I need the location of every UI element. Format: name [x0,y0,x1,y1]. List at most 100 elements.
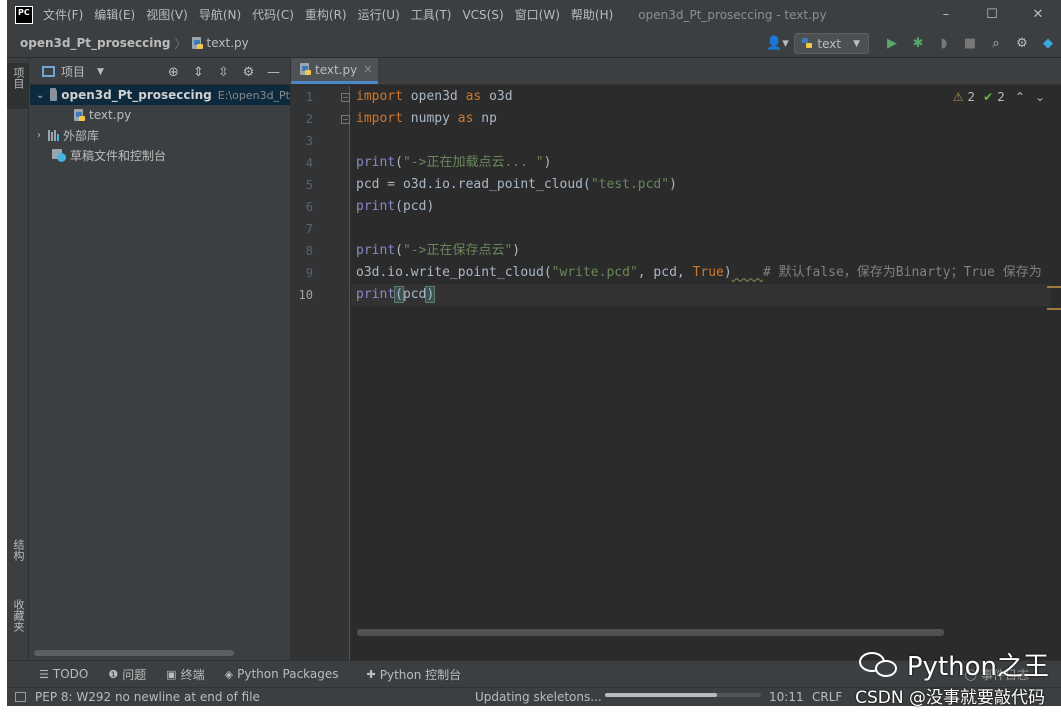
tab-label: text.py [315,62,358,77]
editor-horizontal-scrollbar[interactable] [357,629,944,636]
python-file-icon [299,63,311,76]
breadcrumb-separator: 〉 [174,36,187,51]
search-icon[interactable]: ⌕ [983,36,1009,51]
structure-tool-tab-label: 结构 [12,539,25,561]
tool-window-python-console[interactable]: ✚ Python 控制台 [367,666,462,683]
tree-item-label: 草稿文件和控制台 [70,148,167,163]
toolbar-right: 👤▾ text ▼ ▶ ✱ ◗ ■ ⌕ ⚙ ◆ [760,29,1061,58]
code-line-4: print("->正在加载点云... ") [356,155,552,170]
pycharm-logo-icon: PC [15,5,33,24]
close-button[interactable]: ✕ [1015,0,1061,29]
warning-count: 2 [967,90,976,104]
menu-view[interactable]: 视图(V) [146,6,188,23]
progress-fill [605,693,718,697]
code-line-2: import numpy as np [356,111,497,126]
tool-window-terminal[interactable]: ▣ 终端 [166,666,204,683]
tool-window-label: TODO [52,667,89,681]
status-message[interactable]: PEP 8: W292 no newline at end of file [35,690,260,704]
background-task-label[interactable]: Updating skeletons... [475,690,602,704]
code-line-9: o3d.io.write_point_cloud("write.pcd", pc… [356,265,1042,280]
menu-refactor[interactable]: 重构(R) [305,6,347,23]
csdn-watermark: CSDN @没事就要敲代码 [855,688,1045,708]
tree-item-text-py[interactable]: text.py [30,105,290,125]
menu-navigate[interactable]: 导航(N) [199,6,241,23]
maximize-button[interactable]: ☐ [969,0,1015,29]
terminal-icon: ▣ [166,667,177,681]
tree-item-external-libraries[interactable]: › 外部库 [30,125,290,145]
gear-icon[interactable]: ⚙ [236,65,261,80]
coverage-icon[interactable]: ◗ [931,36,957,51]
fold-marker-icon[interactable]: − [341,115,350,124]
menu-tools[interactable]: 工具(T) [411,6,452,23]
warning-stripe-mark[interactable] [1047,286,1061,288]
menu-run[interactable]: 运行(U) [358,6,400,23]
background-task-progress[interactable] [605,693,761,697]
run-config-label: text [817,36,842,51]
structure-tool-tab[interactable]: 结构 [7,535,29,581]
project-tool-tab[interactable]: 项目 [7,63,29,109]
menu-help[interactable]: 帮助(H) [571,6,613,23]
line-number: 2 [305,112,313,126]
menu-vcs[interactable]: VCS(S) [462,8,503,22]
watermark-text: Python之王 [906,652,1049,682]
menu-file[interactable]: 文件(F) [43,6,83,23]
stop-icon[interactable]: ■ [957,36,983,51]
run-config-selector[interactable]: text ▼ [794,33,869,54]
python-file-icon [191,36,203,50]
code-line-6: print(pcd) [356,199,435,214]
favorites-tool-tab[interactable]: 收藏夹 [7,595,29,655]
chevron-down-icon[interactable]: ⌄ [1035,90,1045,104]
tab-text-py[interactable]: text.py ✕ [291,58,379,84]
line-separator[interactable]: CRLF [812,690,842,704]
packages-icon: ◈ [224,667,234,681]
line-number: 5 [305,178,313,192]
minimize-button[interactable]: – [923,0,969,29]
code-area[interactable]: import open3d as o3d import numpy as np … [351,86,1061,660]
tree-item-scratches[interactable]: 草稿文件和控制台 [30,145,290,165]
tree-item-project-root[interactable]: ⌄ open3d_Pt_proseccing E:\open3d_Pt [30,85,290,105]
window-title: open3d_Pt_proseccing - text.py [638,7,827,22]
code-line-8: print("->正在保存点云") [356,243,521,258]
watermark: Python之王 [858,646,1049,683]
inspection-widget[interactable]: ⚠ 2 ✔ 2 ⌃ ⌄ [949,90,1045,104]
breadcrumb-file-label: text.py [206,36,249,50]
debug-icon[interactable]: ✱ [905,36,931,51]
current-line-highlight [351,284,1051,306]
code-line-5: pcd = o3d.io.read_point_cloud("test.pcd"… [356,177,677,192]
project-panel-title: 项目 [61,65,86,79]
line-number: 1 [305,90,313,104]
breadcrumb-project[interactable]: open3d_Pt_proseccing [20,36,171,50]
project-panel-tools: ⊕ ⇕ ⇳ ⚙ — [161,59,286,85]
menu-window[interactable]: 窗口(W) [515,6,560,23]
line-number-current: 10 [298,288,313,302]
tool-window-python-packages[interactable]: ◈ Python Packages [225,667,339,681]
chevron-up-icon[interactable]: ⌃ [1015,90,1025,104]
close-icon[interactable]: ✕ [363,63,372,76]
toggle-tool-windows-icon[interactable] [15,692,26,702]
tool-window-problems[interactable]: ❶ 问题 [108,666,146,683]
fold-marker-icon[interactable]: − [341,93,350,102]
libraries-icon [48,129,59,141]
breadcrumb-file[interactable]: text.py [191,36,249,50]
project-panel: 项目 ▼ ⊕ ⇕ ⇳ ⚙ — ⌄ open3d_Pt_proseccing E:… [30,59,291,660]
warning-stripe-mark[interactable] [1047,308,1061,310]
warning-triangle-icon: ⚠ [952,90,964,104]
project-view-selector[interactable]: 项目 ▼ [34,63,104,80]
locate-file-icon[interactable]: ⊕ [161,65,186,80]
tool-window-todo[interactable]: ☰ TODO [39,667,88,681]
expand-all-icon[interactable]: ⇕ [186,65,211,80]
collapse-all-icon[interactable]: ⇳ [211,65,236,80]
jetbrains-space-icon[interactable]: ◆ [1035,36,1061,51]
menu-edit[interactable]: 编辑(E) [94,6,135,23]
project-panel-scrollbar[interactable] [34,650,234,656]
scratches-icon [52,148,66,162]
caret-position[interactable]: 10:11 [769,690,804,704]
hide-panel-icon[interactable]: — [261,65,286,80]
run-icon[interactable]: ▶ [879,36,905,51]
editor-tab-bar: text.py ✕ [291,58,1061,85]
problems-icon: ❶ [108,667,119,681]
menu-code[interactable]: 代码(C) [252,6,294,23]
line-number-gutter: 1 2 3 4 5 6 7 8 9 10 − − [291,86,350,660]
gear-icon[interactable]: ⚙ [1009,36,1035,51]
user-account-icon[interactable]: 👤▾ [760,36,794,51]
